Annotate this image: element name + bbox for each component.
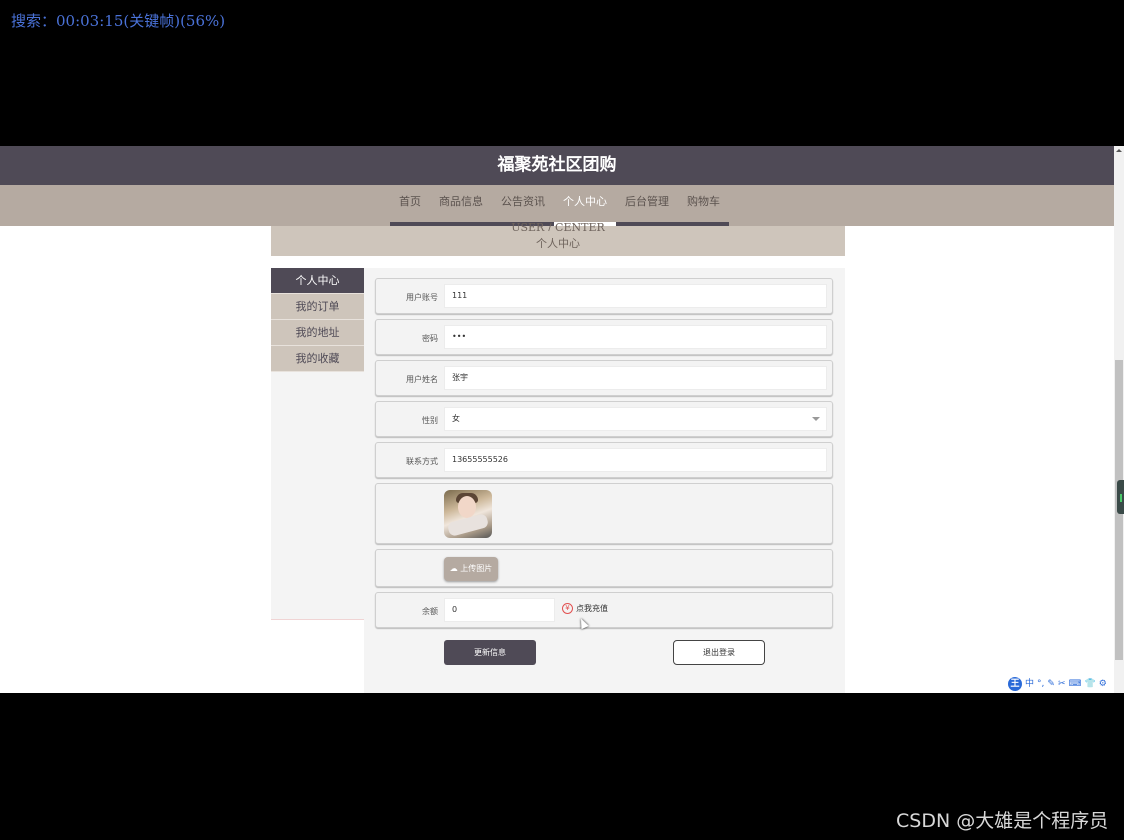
- gender-value: 女: [452, 414, 460, 423]
- nav-label: 后台管理: [625, 195, 669, 208]
- form-row-phone: 联系方式 13655555526: [375, 442, 833, 478]
- name-input[interactable]: 张宇: [444, 366, 827, 390]
- form-row-name: 用户姓名 张宇: [375, 360, 833, 396]
- ime-chinese-mode-icon[interactable]: 中: [1025, 677, 1034, 691]
- avatar-image: [444, 490, 492, 538]
- nav-label: 个人中心: [563, 195, 607, 208]
- user-sidebar: 个人中心 我的订单 我的地址 我的收藏: [271, 268, 364, 620]
- form-row-password: 密码 •••: [375, 319, 833, 355]
- phone-input[interactable]: 13655555526: [444, 448, 827, 472]
- csdn-watermark: CSDN @大雄是个程序员: [896, 810, 1109, 832]
- yen-icon: ¥: [562, 603, 573, 614]
- avatar-face: [458, 496, 476, 518]
- form-row-balance: 余额 0 ¥ 点我充值: [375, 592, 833, 628]
- ime-settings-icon[interactable]: ⚙: [1099, 677, 1107, 691]
- password-label: 密码: [422, 334, 438, 343]
- cloud-upload-icon: ☁: [449, 564, 458, 573]
- avatar-arm: [446, 513, 490, 537]
- ime-keyboard-icon[interactable]: ⌨: [1068, 677, 1081, 691]
- nav-item-home[interactable]: 首页: [390, 185, 430, 226]
- nav-label: 购物车: [687, 195, 720, 208]
- password-input[interactable]: •••: [444, 325, 827, 349]
- ime-scissors-icon[interactable]: ✂: [1058, 677, 1066, 691]
- upload-image-button[interactable]: ☁ 上传图片: [444, 557, 498, 581]
- gender-label: 性别: [422, 416, 438, 425]
- sidebar-item-user-center[interactable]: 个人中心: [271, 268, 364, 294]
- recharge-label: 点我充值: [576, 604, 608, 613]
- nav-label: 商品信息: [439, 195, 483, 208]
- ime-punctuation-icon[interactable]: °,: [1037, 677, 1044, 691]
- sidebar-item-my-address[interactable]: 我的地址: [271, 320, 364, 346]
- banner-subtitle-en: USER / CENTER: [511, 223, 605, 231]
- name-label: 用户姓名: [406, 375, 438, 384]
- site-title: 福聚苑社区团购: [0, 146, 1114, 185]
- phone-label: 联系方式: [406, 457, 438, 466]
- main-nav: 首页 商品信息 公告资讯 个人中心 后台管理 购物车: [0, 185, 1114, 226]
- nav-item-products[interactable]: 商品信息: [430, 185, 492, 226]
- page-scrollbar[interactable]: [1114, 146, 1124, 693]
- nav-item-user-center[interactable]: 个人中心: [554, 185, 616, 226]
- recharge-link[interactable]: ¥ 点我充值: [562, 603, 608, 614]
- floating-side-tab[interactable]: [1117, 480, 1124, 514]
- nav-label: 公告资讯: [501, 195, 545, 208]
- ime-toolbar: 王 中 °, ✎ ✂ ⌨ 👕 ⚙: [1008, 677, 1107, 691]
- browser-viewport: 福聚苑社区团购 首页 商品信息 公告资讯 个人中心 后台管理 购物车 USER …: [0, 146, 1124, 693]
- form-row-account: 用户账号 111: [375, 278, 833, 314]
- update-info-button[interactable]: 更新信息: [444, 640, 536, 665]
- form-row-upload: ☁ 上传图片: [375, 549, 833, 587]
- upload-label: 上传图片: [460, 564, 493, 573]
- account-label: 用户账号: [406, 293, 438, 302]
- side-tab-indicator: [1120, 494, 1122, 502]
- nav-item-admin[interactable]: 后台管理: [616, 185, 678, 226]
- form-row-gender: 性别 女: [375, 401, 833, 437]
- search-progress-overlay: 搜索：00:03:15(关键帧)(56%): [11, 12, 226, 30]
- ime-skin-icon[interactable]: 👕: [1084, 677, 1095, 691]
- page-banner: USER / CENTER 个人中心: [271, 223, 845, 256]
- banner-title: 个人中心: [536, 237, 580, 250]
- sidebar-item-my-orders[interactable]: 我的订单: [271, 294, 364, 320]
- scroll-up-arrow-icon[interactable]: [1116, 149, 1122, 152]
- account-input[interactable]: 111: [444, 284, 827, 308]
- chevron-down-icon: [812, 417, 820, 421]
- nav-item-cart[interactable]: 购物车: [678, 185, 729, 226]
- balance-label: 余额: [422, 607, 438, 616]
- nav-item-news[interactable]: 公告资讯: [492, 185, 554, 226]
- nav-label: 首页: [399, 195, 421, 208]
- ime-handwriting-icon[interactable]: ✎: [1047, 677, 1055, 691]
- sidebar-item-my-favorites[interactable]: 我的收藏: [271, 346, 364, 372]
- balance-input[interactable]: 0: [444, 598, 555, 622]
- form-row-avatar: [375, 483, 833, 544]
- profile-form: 用户账号 111 密码 ••• 用户姓名 张宇 性别 女 联系方式 136555…: [364, 268, 845, 693]
- ime-logo-icon[interactable]: 王: [1008, 677, 1022, 691]
- gender-select[interactable]: 女: [444, 407, 827, 431]
- logout-button[interactable]: 退出登录: [673, 640, 765, 665]
